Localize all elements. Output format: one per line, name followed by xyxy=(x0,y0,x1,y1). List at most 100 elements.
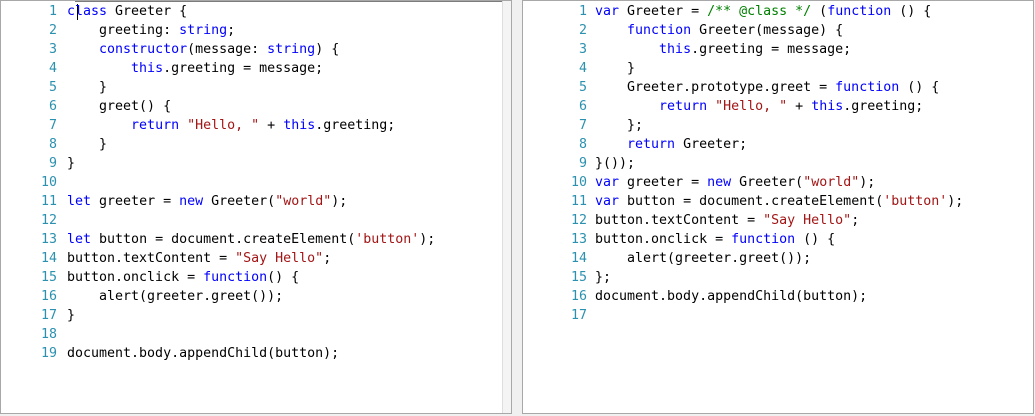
code-token: }()); xyxy=(595,156,636,171)
line-number: 4 xyxy=(48,61,57,76)
code-line: 13 let button = document.createElement('b… xyxy=(1,230,511,249)
code-token: () { xyxy=(899,80,940,95)
code-token: constructor xyxy=(99,42,188,57)
code-token: document.body.appendChild(button); xyxy=(595,289,868,304)
code-token: button.textContent = xyxy=(67,251,236,266)
line-number: 3 xyxy=(578,42,587,57)
code-line: 11 let greeter = new Greeter("world"); xyxy=(1,192,511,211)
code-line: 7 return "Hello, " + this.greeting; xyxy=(1,116,511,135)
typescript-editor-pane[interactable]: 1 class Greeter {2 greeting: string; 3 con… xyxy=(0,0,512,414)
line-number: 17 xyxy=(40,308,57,323)
code-token: ; xyxy=(227,23,236,38)
code-token: }; xyxy=(595,270,612,285)
code-token: + xyxy=(787,99,812,114)
code-token: + xyxy=(259,118,284,133)
code-line: 10 var greeter = new Greeter("world"); xyxy=(523,173,1033,192)
javascript-output-pane[interactable]: 1 var Greeter = /** @class */ (function (… xyxy=(522,0,1034,414)
code-line: 5 Greeter.prototype.greet = function () … xyxy=(523,78,1033,97)
code-line: 19 document.body.appendChild(button); xyxy=(1,344,511,363)
code-token: } xyxy=(67,80,108,95)
code-line: 10 xyxy=(1,173,511,192)
line-number: 11 xyxy=(40,194,57,209)
line-number: 9 xyxy=(578,156,587,171)
code-token: function xyxy=(731,232,796,247)
code-token: this xyxy=(659,42,692,57)
code-token: 'button' xyxy=(883,194,948,209)
code-token: } xyxy=(67,308,76,323)
code-line: 5 } xyxy=(1,78,511,97)
code-token: string xyxy=(179,23,228,38)
code-token: greeter = xyxy=(91,194,180,209)
code-token: function xyxy=(827,4,892,19)
line-number: 8 xyxy=(48,137,57,152)
code-line: 6 return "Hello, " + this.greeting; xyxy=(523,97,1033,116)
line-number: 6 xyxy=(578,99,587,114)
code-line: 4 } xyxy=(523,59,1033,78)
typescript-code[interactable]: 1 class Greeter {2 greeting: string; 3 con… xyxy=(1,2,511,363)
code-token: } xyxy=(595,61,636,76)
code-line: 14 alert(greeter.greet()); xyxy=(523,249,1033,268)
code-line: 1 var Greeter = /** @class */ (function (… xyxy=(523,2,1033,21)
code-token: return xyxy=(627,137,676,152)
code-token: "Say Hello" xyxy=(235,251,324,266)
code-token: /** @class */ xyxy=(707,4,812,19)
code-token: new xyxy=(707,175,732,190)
code-line: 2 function Greeter(message) { xyxy=(523,21,1033,40)
code-line: 3 this.greeting = message; xyxy=(523,40,1033,59)
code-token: "world" xyxy=(803,175,860,190)
line-number: 7 xyxy=(578,118,587,133)
code-token: Greeter; xyxy=(675,137,748,152)
line-number: 8 xyxy=(578,137,587,152)
code-token: (message: xyxy=(187,42,268,57)
code-token: string xyxy=(267,42,316,57)
code-token: this xyxy=(811,99,844,114)
line-number: 2 xyxy=(48,23,57,38)
code-line: 3 constructor(message: string) { xyxy=(1,40,511,59)
code-token: ; xyxy=(323,251,332,266)
code-line: 13 button.onclick = function () { xyxy=(523,230,1033,249)
line-number: 5 xyxy=(578,80,587,95)
code-token: button = document.createElement( xyxy=(91,232,356,247)
code-token: .greeting = message; xyxy=(691,42,852,57)
line-number: 19 xyxy=(40,346,57,361)
code-token: .greeting; xyxy=(315,118,396,133)
code-token: ); xyxy=(859,175,876,190)
code-token: 'button' xyxy=(355,232,420,247)
code-token: Greeter( xyxy=(203,194,276,209)
code-token: greeting: xyxy=(67,23,180,38)
line-number: 15 xyxy=(570,270,587,285)
split-view: 1 class Greeter {2 greeting: string; 3 con… xyxy=(0,0,1035,416)
code-token: }; xyxy=(595,118,644,133)
left-scrollbar[interactable] xyxy=(502,1,511,413)
line-number: 9 xyxy=(48,156,57,171)
code-token: Greeter { xyxy=(107,4,188,19)
code-line: 15 button.onclick = function() { xyxy=(1,268,511,287)
code-token: ); xyxy=(419,232,436,247)
code-token: "Hello, " xyxy=(187,118,260,133)
line-number: 2 xyxy=(578,23,587,38)
code-token: button.onclick = xyxy=(595,232,732,247)
code-line: 2 greeting: string; xyxy=(1,21,511,40)
line-number: 1 xyxy=(578,4,587,19)
code-line: 12 xyxy=(1,211,511,230)
line-number: 5 xyxy=(48,80,57,95)
code-token: class xyxy=(67,4,108,19)
code-line: 8 return Greeter; xyxy=(523,135,1033,154)
line-number: 13 xyxy=(40,232,57,247)
code-token: document.body.appendChild(button); xyxy=(67,346,340,361)
line-number: 12 xyxy=(40,213,57,228)
code-line: 9 }()); xyxy=(523,154,1033,173)
code-token: } xyxy=(67,156,76,171)
line-number: 15 xyxy=(40,270,57,285)
code-token: ; xyxy=(851,213,860,228)
code-token: .greeting = message; xyxy=(163,61,324,76)
code-token: Greeter( xyxy=(731,175,804,190)
code-token: } xyxy=(67,137,108,152)
code-token: () { xyxy=(795,232,836,247)
